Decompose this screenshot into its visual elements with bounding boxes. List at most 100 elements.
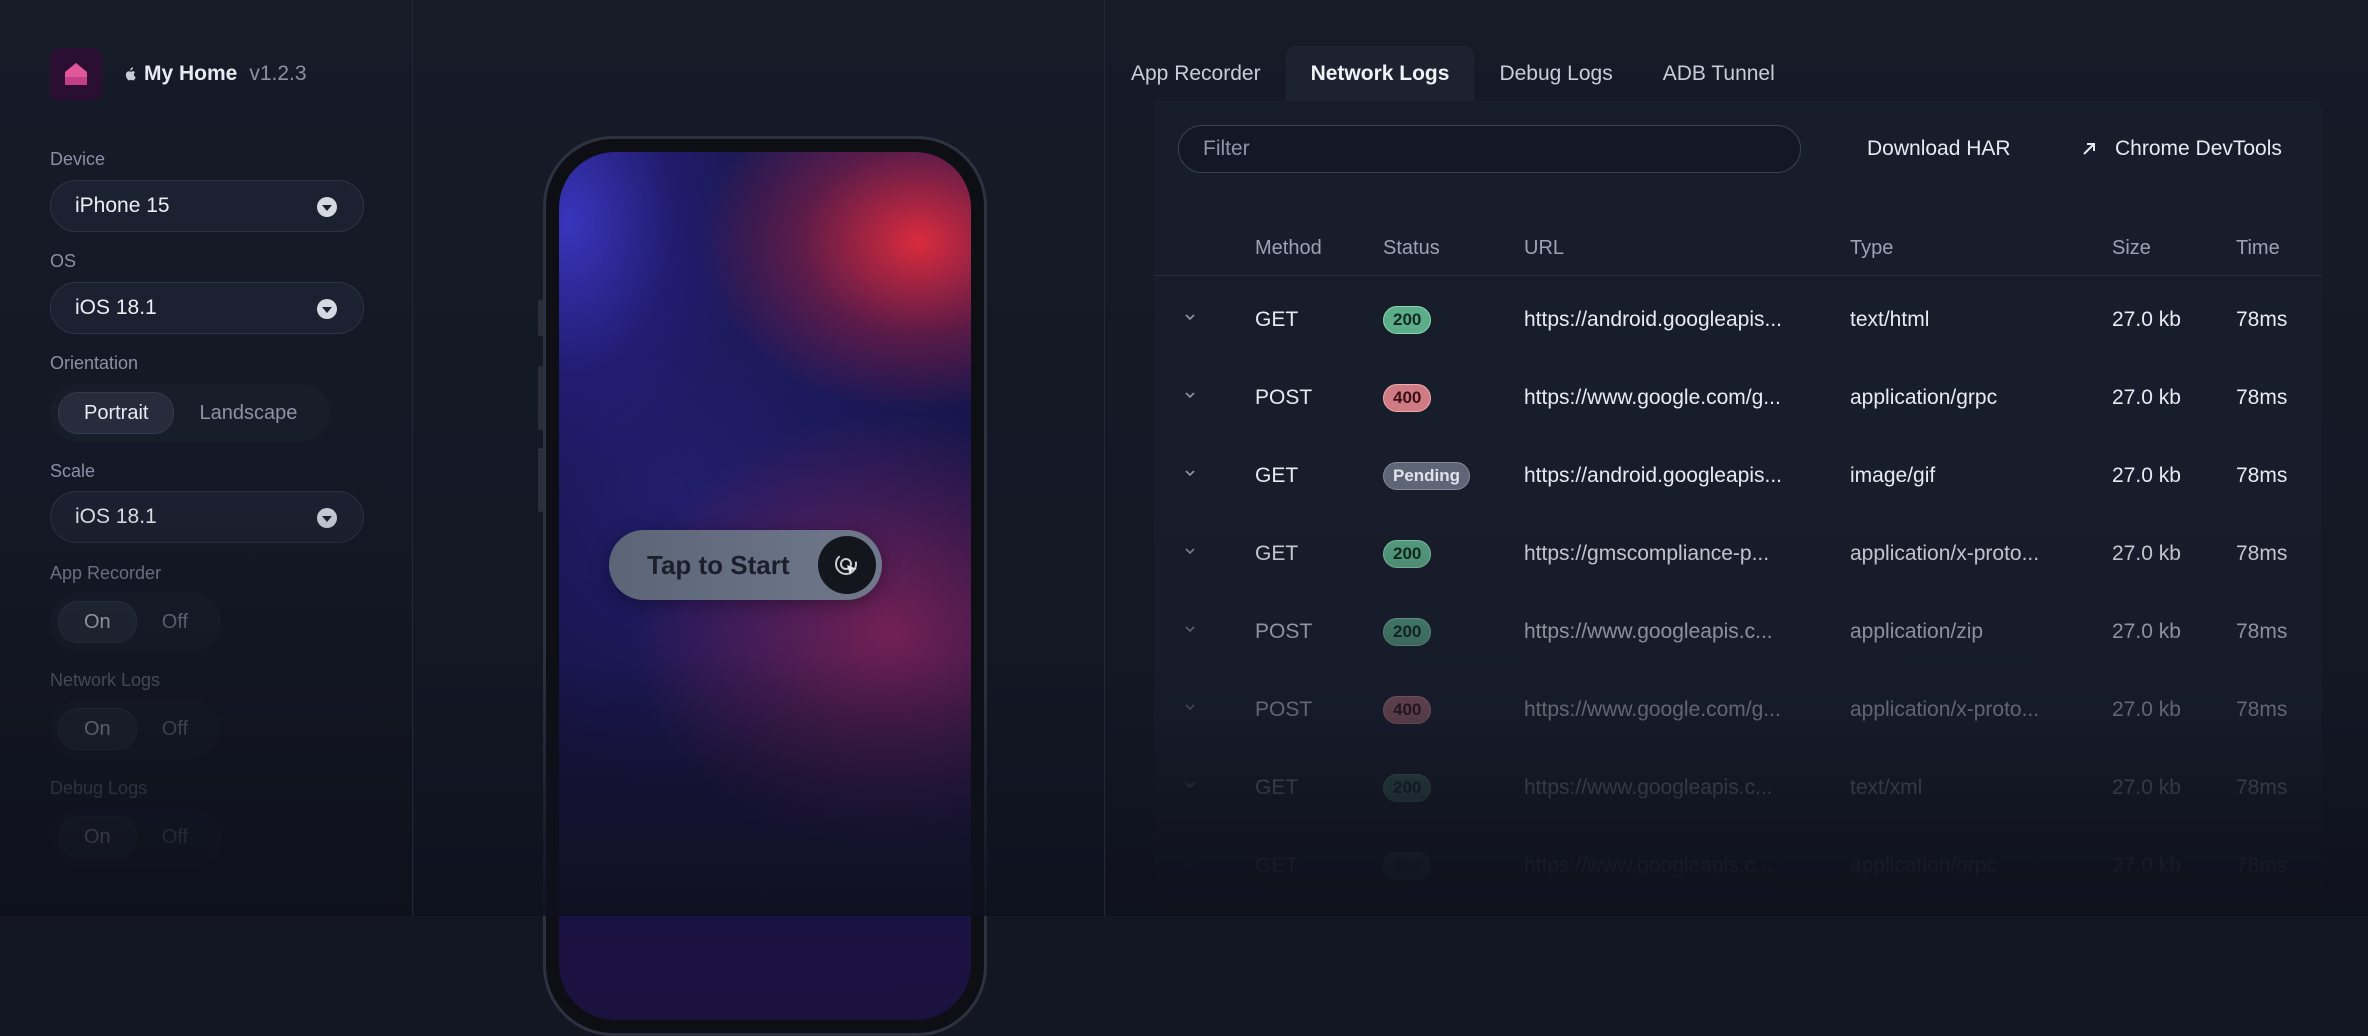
chevron-down-icon[interactable] <box>1184 389 1196 401</box>
scale-label: Scale <box>50 461 96 481</box>
column-method[interactable]: Method <box>1255 237 1322 260</box>
app-name: My Home <box>144 62 238 85</box>
cell-url: https://gmscompliance-p... <box>1524 542 1770 565</box>
cell-type: application/grpc <box>1850 854 1998 877</box>
chevron-down-icon[interactable] <box>1184 311 1196 323</box>
brand: My Home v1.2.3 <box>50 48 307 100</box>
cell-size: 27.0 kb <box>2112 854 2181 877</box>
cell-url: https://www.googleapis.c... <box>1524 776 1773 799</box>
cell-time: 78ms <box>2236 620 2288 643</box>
status-badge: 400 <box>1383 696 1432 724</box>
tab-app-recorder[interactable]: App Recorder <box>1106 46 1286 102</box>
cell-type: text/html <box>1850 308 1930 331</box>
cell-method: GET <box>1255 464 1299 487</box>
column-url[interactable]: URL <box>1524 237 1564 260</box>
cell-size: 27.0 kb <box>2112 620 2181 643</box>
app-recorder-toggle: On Off <box>50 593 221 651</box>
chevron-down-icon[interactable] <box>1184 467 1196 479</box>
network-logs-label: Network Logs <box>50 670 161 690</box>
cell-url: https://android.googleapis... <box>1524 464 1783 487</box>
table-row[interactable]: POST 200 https://www.googleapis.c... applic… <box>1154 593 2322 671</box>
logs-area: App Recorder Network Logs Debug Logs ADB… <box>1106 0 2368 916</box>
cell-type: text/xml <box>1850 776 1923 799</box>
cell-method: GET <box>1255 308 1299 331</box>
device-select[interactable]: iPhone 15 <box>50 180 364 232</box>
cell-url: https://www.google.com/g... <box>1524 386 1781 409</box>
cell-url: https://android.googleapis... <box>1524 308 1783 331</box>
tab-debug-logs[interactable]: Debug Logs <box>1474 46 1637 102</box>
os-value: iOS 18.1 <box>75 296 157 319</box>
app-recorder-on[interactable]: On <box>58 601 137 643</box>
cell-type: application/grpc <box>1850 386 1998 409</box>
apple-icon <box>125 67 136 81</box>
chevron-down-icon[interactable] <box>1184 701 1196 713</box>
device-label: Device <box>50 149 106 169</box>
tap-to-start-button[interactable]: Tap to Start <box>609 530 882 600</box>
cell-time: 78ms <box>2236 854 2288 877</box>
column-time[interactable]: Time <box>2236 237 2280 260</box>
tab-bar: App Recorder Network Logs Debug Logs ADB… <box>1106 46 1800 102</box>
cell-size: 27.0 kb <box>2112 542 2181 565</box>
cell-method: POST <box>1255 386 1313 409</box>
app-window: My Home v1.2.3 Device iPhone 15 OS iOS 1… <box>0 0 2368 1036</box>
status-badge: 200 <box>1383 618 1432 646</box>
status-badge: 200 <box>1383 774 1432 802</box>
chevron-down-icon[interactable] <box>1184 857 1196 869</box>
table-row[interactable]: GET Pending https://android.googleapis... i… <box>1154 437 2322 515</box>
network-logs-panel: Filter Download HAR Chrome DevTools Meth… <box>1154 101 2322 916</box>
chevron-down-icon <box>317 197 337 217</box>
scale-value: iOS 18.1 <box>75 505 157 528</box>
cell-type: application/x-proto... <box>1850 698 2040 721</box>
network-logs-on[interactable]: On <box>58 708 137 750</box>
status-badge: 200 <box>1383 852 1432 880</box>
app-recorder-label: App Recorder <box>50 563 162 583</box>
orientation-label: Orientation <box>50 353 139 373</box>
network-logs-off[interactable]: Off <box>137 709 213 749</box>
cell-url: https://www.googleapis.c... <box>1524 854 1773 877</box>
chevron-down-icon <box>317 508 337 528</box>
orientation-toggle: Portrait Landscape <box>50 384 331 442</box>
cell-size: 27.0 kb <box>2112 776 2181 799</box>
cell-method: GET <box>1255 542 1299 565</box>
table-row[interactable]: GET 200 https://www.googleapis.c... text/xm… <box>1154 749 2322 827</box>
app-version: v1.2.3 <box>249 62 307 85</box>
orientation-portrait[interactable]: Portrait <box>58 392 175 434</box>
debug-logs-on[interactable]: On <box>58 816 137 858</box>
table-header: Method Status URL Type Size Time <box>1154 219 2322 276</box>
cell-method: GET <box>1255 776 1299 799</box>
cell-time: 78ms <box>2236 776 2288 799</box>
cell-method: GET <box>1255 854 1299 877</box>
filter-input[interactable]: Filter <box>1178 125 1801 173</box>
status-badge: Pending <box>1383 462 1471 490</box>
table-row[interactable]: GET 200 https://android.googleapis... text/… <box>1154 281 2322 359</box>
tab-adb-tunnel[interactable]: ADB Tunnel <box>1638 46 1800 102</box>
tab-network-logs[interactable]: Network Logs <box>1285 46 1475 102</box>
column-type[interactable]: Type <box>1850 237 1893 260</box>
external-link-icon <box>2083 143 2095 155</box>
os-select[interactable]: iOS 18.1 <box>50 282 364 334</box>
cell-size: 27.0 kb <box>2112 698 2181 721</box>
tap-to-start-label: Tap to Start <box>647 549 790 580</box>
chevron-down-icon[interactable] <box>1184 623 1196 635</box>
chevron-down-icon[interactable] <box>1184 779 1196 791</box>
cell-time: 78ms <box>2236 464 2288 487</box>
orientation-landscape[interactable]: Landscape <box>174 393 322 433</box>
column-size[interactable]: Size <box>2112 237 2151 260</box>
download-har-button[interactable]: Download HAR <box>1867 137 2011 161</box>
column-status[interactable]: Status <box>1383 237 1440 260</box>
chevron-down-icon[interactable] <box>1184 545 1196 557</box>
table-row[interactable]: GET 200 https://www.googleapis.c... applica… <box>1154 827 2322 905</box>
device-preview <box>414 0 1105 1036</box>
table-row[interactable]: POST 400 https://www.google.com/g... applic… <box>1154 359 2322 437</box>
chrome-devtools-button[interactable]: Chrome DevTools <box>2081 137 2282 161</box>
debug-logs-off[interactable]: Off <box>137 817 213 857</box>
app-recorder-off[interactable]: Off <box>137 602 213 642</box>
cell-method: POST <box>1255 620 1313 643</box>
cell-url: https://www.google.com/g... <box>1524 698 1781 721</box>
scale-select[interactable]: iOS 18.1 <box>50 491 364 543</box>
filter-placeholder: Filter <box>1203 137 1250 160</box>
cell-type: application/x-proto... <box>1850 542 2040 565</box>
table-row[interactable]: POST 400 https://www.google.com/g... applic… <box>1154 671 2322 749</box>
table-row[interactable]: GET 200 https://gmscompliance-p... applicat… <box>1154 515 2322 593</box>
status-badge: 200 <box>1383 306 1432 334</box>
